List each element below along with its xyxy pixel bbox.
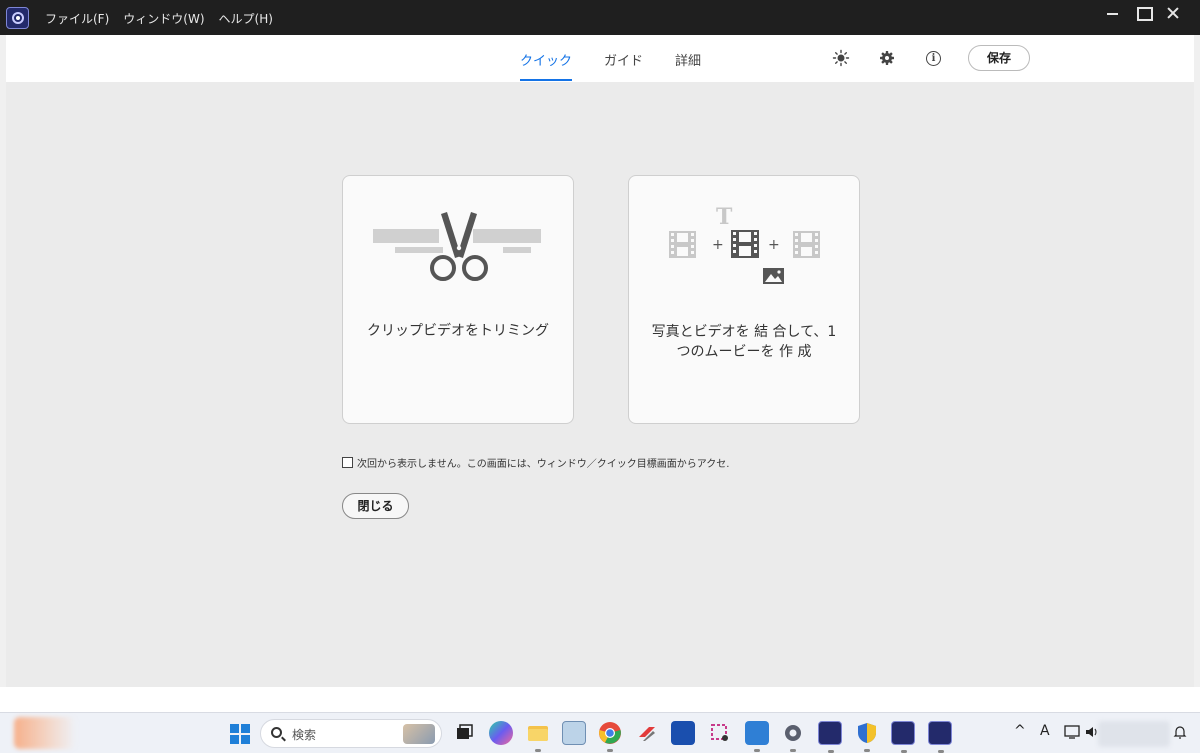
maximize-icon[interactable] <box>1128 4 1158 21</box>
dont-show-again-label: 次回から表示しません。この画面には、ウィンドウ／クイック目標画面からアクセ. <box>357 459 730 470</box>
combine-movie-card[interactable]: T + + 写真とビデオを 結 合して、1 つのムービーを 作 成 <box>628 175 860 424</box>
combine-movie-label-line1: 写真とビデオを 結 合して、1 <box>651 324 837 340</box>
menu-help[interactable]: ヘルプ(H) <box>219 10 273 27</box>
mode-tabs: クイック ガイド 詳細 <box>520 35 701 82</box>
notification-bell-icon[interactable] <box>1172 724 1188 744</box>
minimize-icon[interactable] <box>1098 4 1128 21</box>
photos-app-icon[interactable] <box>562 721 586 745</box>
title-bar: ファイル(F) ウィンドウ(W) ヘルプ(H) <box>0 0 1200 35</box>
settings-app-icon[interactable] <box>781 721 805 752</box>
info-icon[interactable]: i <box>926 51 941 66</box>
premiere-elements-icon-3[interactable] <box>928 721 952 753</box>
premiere-elements-icon-1[interactable] <box>818 721 842 753</box>
weather-widget[interactable] <box>14 717 76 749</box>
tray-chevron-icon[interactable]: ^ <box>1014 723 1026 739</box>
copilot-icon[interactable] <box>489 721 513 745</box>
windows-taskbar: 検索 ^ A <box>0 712 1200 753</box>
display-icon[interactable] <box>1064 724 1080 744</box>
file-explorer-icon[interactable] <box>526 721 550 752</box>
close-button[interactable]: 閉じる <box>342 493 409 519</box>
menu-file[interactable]: ファイル(F) <box>45 10 109 27</box>
ime-indicator[interactable]: A <box>1040 723 1050 739</box>
dont-show-again-checkbox[interactable] <box>342 457 353 468</box>
menu-bar: ファイル(F) ウィンドウ(W) ヘルプ(H) <box>45 10 273 27</box>
taskbar-search-input[interactable]: 検索 <box>260 719 442 748</box>
trim-clip-card[interactable]: クリップビデオをトリミング <box>342 175 574 424</box>
film-combine-icon: T + + <box>669 204 820 284</box>
premiere-elements-icon-2[interactable] <box>891 721 915 753</box>
quick-start-panel: クリップビデオをトリミング T + + 写真とビデオを 結 合して、1 つのムー… <box>6 82 1194 687</box>
trim-clip-label: クリップビデオをトリミング <box>367 323 549 339</box>
settings-gear-icon[interactable] <box>878 49 896 67</box>
window-controls <box>1098 4 1188 21</box>
chrome-icon[interactable] <box>598 721 622 752</box>
combine-movie-label: 写真とビデオを 結 合して、1 つのムービーを 作 成 <box>629 322 859 362</box>
clock-area[interactable] <box>1098 721 1170 747</box>
gear-icon <box>880 51 894 65</box>
close-window-icon[interactable] <box>1158 4 1188 21</box>
save-button[interactable]: 保存 <box>968 45 1030 71</box>
security-shield-icon[interactable] <box>855 721 879 752</box>
plus-glyph-1: + <box>712 237 724 253</box>
scissors-icon <box>373 212 541 281</box>
app-blue-screen-icon[interactable] <box>745 721 769 752</box>
plus-glyph-2: + <box>768 237 780 253</box>
search-icon <box>271 727 282 738</box>
task-view-icon[interactable] <box>452 721 476 745</box>
tab-quick[interactable]: クイック <box>520 35 573 82</box>
search-placeholder: 検索 <box>292 728 317 742</box>
app-kanji-icon[interactable] <box>671 721 695 745</box>
tab-expert[interactable]: 詳細 <box>675 35 701 82</box>
header: クイック ガイド 詳細 i 保存 <box>6 35 1194 82</box>
start-windows-icon[interactable] <box>230 724 250 744</box>
app-logo-icon[interactable] <box>6 7 29 29</box>
combine-movie-label-line2: つのムービーを 作 成 <box>676 344 812 360</box>
search-highlight-image <box>403 724 435 744</box>
status-strip <box>0 687 1200 712</box>
menu-window[interactable]: ウィンドウ(W) <box>123 10 204 27</box>
tab-guided[interactable]: ガイド <box>604 35 643 82</box>
title-text-glyph: T <box>716 204 733 230</box>
dont-show-again-row: 次回から表示しません。この画面には、ウィンドウ／クイック目標画面からアクセ. <box>342 455 729 470</box>
brightness-icon[interactable] <box>832 49 850 67</box>
sun-icon <box>832 49 850 67</box>
snipping-tool-icon[interactable] <box>708 721 732 745</box>
app-red-arrow-icon[interactable] <box>635 721 659 745</box>
